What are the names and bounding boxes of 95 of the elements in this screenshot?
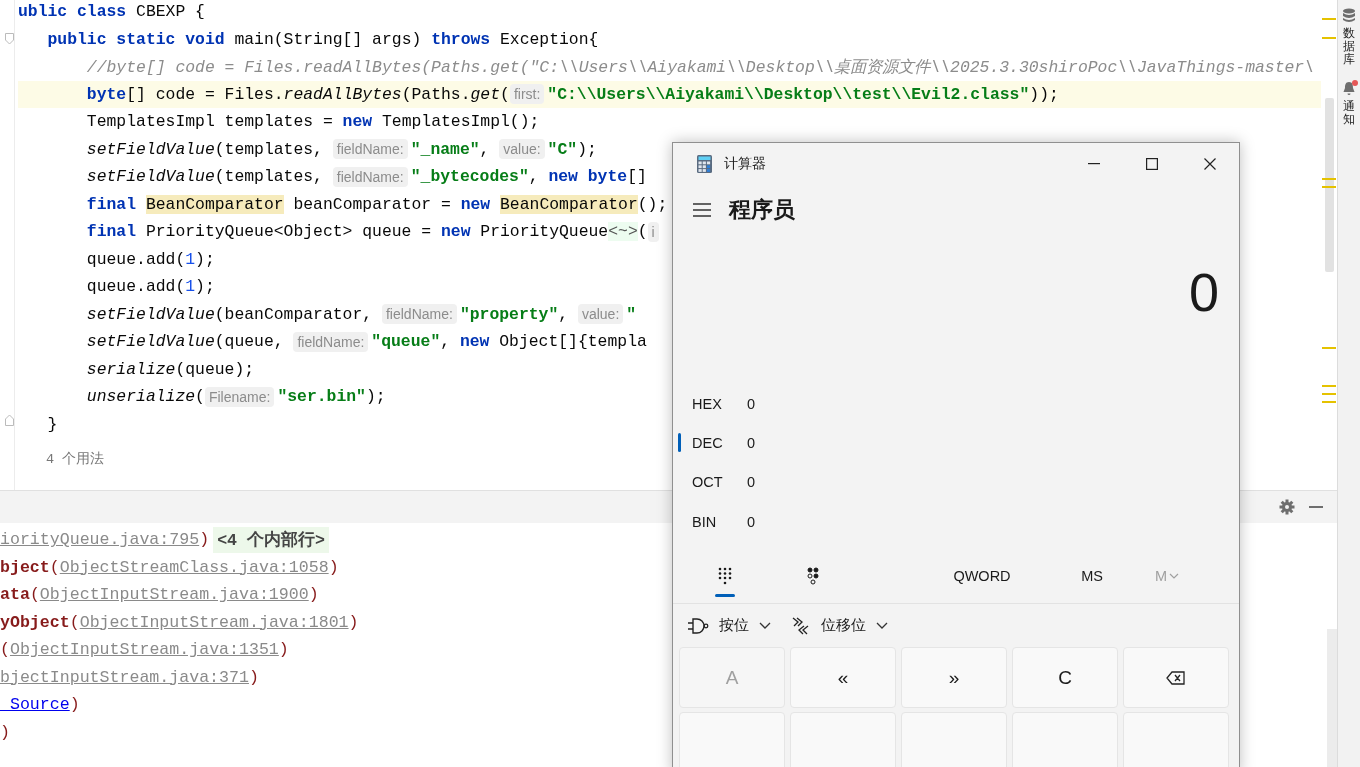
parameter-hint: i xyxy=(647,221,659,242)
logic-gate-icon xyxy=(687,616,709,635)
maximize-icon xyxy=(1146,158,1158,170)
code-text: "C:\\Users\\Aiyakami\\Desktop\\test\\Evil2.class")); xyxy=(547,84,1059,104)
folded-lines-toggle[interactable]: <4 个内部行> xyxy=(213,526,329,553)
code-text: public static void main(String[] args) throws Exception{ xyxy=(47,29,599,49)
stack-trace-line: ata(ObjectInputStream.java:1900) xyxy=(0,585,319,605)
bell-icon xyxy=(1342,80,1356,96)
stack-trace-line: (ObjectInputStream.java:1351) xyxy=(0,640,289,660)
radix-label[interactable]: DEC xyxy=(692,435,747,451)
code-text: final PriorityQueue<Object> queue = new PriorityQueue<~>( xyxy=(86,222,648,242)
chevron-down-icon xyxy=(876,621,888,630)
code-text: TemplatesImpl templates = new TemplatesImpl(); xyxy=(86,112,540,132)
parameter-hint: fieldName: xyxy=(332,139,408,160)
radix-value: 0 xyxy=(747,513,756,530)
minimize-icon[interactable] xyxy=(1309,506,1323,508)
stack-trace-line: bject(ObjectStreamClass.java:1058) xyxy=(0,557,339,577)
backspace-button[interactable] xyxy=(1123,647,1229,708)
operator-dropdown[interactable]: 位移位 xyxy=(791,615,888,636)
code-text: "queue", new Object[]{templa xyxy=(371,332,647,352)
code-text: setFieldValue(beanComparator, xyxy=(86,304,374,324)
radix-value: 0 xyxy=(747,435,756,451)
fold-icon[interactable] xyxy=(5,414,14,426)
stack-trace-line: yObject(ObjectInputStream.java:1801) xyxy=(0,612,359,632)
chevron-down-icon xyxy=(1169,573,1180,580)
code-text: unserialize( xyxy=(86,387,205,407)
menu-icon[interactable] xyxy=(693,202,711,217)
warning-stripe-mark[interactable] xyxy=(1322,178,1336,180)
code-text: setFieldValue(templates, xyxy=(86,167,324,187)
calculator-key[interactable]: « xyxy=(790,647,896,708)
usages-hint[interactable]: 4 个用法 xyxy=(46,450,1321,468)
radix-label[interactable]: OCT xyxy=(692,474,747,491)
code-text: setFieldValue(queue, xyxy=(86,332,285,352)
shift-arrows-icon xyxy=(791,615,811,636)
warning-stripe-mark[interactable] xyxy=(1322,401,1336,403)
file-link[interactable]: ObjectStreamClass.java:1058 xyxy=(59,557,329,577)
parameter-hint: value: xyxy=(499,139,545,160)
radix-label[interactable]: HEX xyxy=(692,395,747,412)
stack-trace-line: Source) xyxy=(0,695,80,715)
code-text: } xyxy=(47,414,58,434)
minimize-icon xyxy=(1088,163,1100,165)
code-text: //byte[] code = Files.readAllBytes(Paths.get("C:\\Users\\Aiyakami\\Desktop\\桌面资源文件\\2025.3.30shiroPoc\\JavaThings-master\ xyxy=(86,56,1314,78)
parameter-hint: value: xyxy=(577,304,624,325)
word-size-button[interactable]: QWORD xyxy=(917,567,1047,586)
scrollbar-thumb[interactable] xyxy=(1325,98,1334,272)
calculator-app-icon xyxy=(697,155,712,173)
code-text: "_name", xyxy=(410,139,491,159)
code-text: "C"); xyxy=(547,139,597,159)
stack-trace-line: iorityQueue.java:795) xyxy=(0,530,210,550)
warning-stripe-mark[interactable] xyxy=(1322,186,1336,188)
radix-value: 0 xyxy=(747,395,756,412)
code-text: serialize(queue); xyxy=(86,359,255,379)
display-value: 0 xyxy=(1187,260,1220,324)
fold-icon[interactable] xyxy=(5,33,14,45)
database-icon xyxy=(1342,8,1356,23)
operator-dropdown[interactable]: 按位 xyxy=(687,616,771,636)
window-title: 计算器 xyxy=(724,155,767,173)
code-text: "property", xyxy=(459,304,570,324)
radix-label[interactable]: BIN xyxy=(692,513,747,530)
close-icon xyxy=(1204,158,1216,170)
warning-stripe-mark[interactable] xyxy=(1322,37,1336,39)
radix-value: 0 xyxy=(747,474,756,491)
memory-store-button[interactable]: MS xyxy=(1047,567,1137,586)
keypad-icon xyxy=(717,567,733,586)
stack-trace-line: bjectInputStream.java:371) xyxy=(0,667,259,687)
mode-title: 程序员 xyxy=(729,195,795,224)
source-link[interactable]: Source xyxy=(0,695,70,715)
code-text: queue.add(1); xyxy=(86,249,215,269)
calculator-key[interactable]: C xyxy=(1012,647,1118,708)
parameter-hint: fieldName: xyxy=(293,331,369,352)
warning-stripe-mark[interactable] xyxy=(1322,347,1336,349)
code-text: queue.add(1); xyxy=(86,277,215,297)
tool-window-label[interactable]: 数据库 xyxy=(1343,27,1355,67)
chevron-down-icon xyxy=(759,621,771,630)
parameter-hint: first: xyxy=(509,84,545,105)
warning-stripe-mark[interactable] xyxy=(1322,385,1336,387)
code-text: byte[] code = Files.readAllBytes(Paths.get( xyxy=(86,84,510,104)
parameter-hint: fieldName: xyxy=(332,166,408,187)
tool-window-label[interactable]: 通知 xyxy=(1343,99,1355,126)
backspace-icon xyxy=(1166,670,1186,685)
scrollbar-track[interactable] xyxy=(1327,629,1337,767)
calculator-key[interactable]: » xyxy=(901,647,1007,708)
code-text: "ser.bin"); xyxy=(277,387,386,407)
settings-icon[interactable] xyxy=(1279,499,1295,515)
code-text: "_bytecodes", new byte[] xyxy=(410,167,647,187)
code-text: " xyxy=(626,304,637,324)
code-text: final BeanComparator beanComparator = new BeanComparator(); xyxy=(86,194,668,214)
bit-toggle-icon xyxy=(805,567,821,586)
warning-stripe-mark[interactable] xyxy=(1322,18,1336,20)
code-text: ublic class CBEXP { xyxy=(18,2,205,22)
code-text: setFieldValue(templates, xyxy=(86,139,324,159)
warning-stripe-mark[interactable] xyxy=(1322,393,1336,395)
stack-trace-line: ) xyxy=(0,722,10,742)
parameter-hint: fieldName: xyxy=(381,304,457,325)
parameter-hint: Filename: xyxy=(204,386,275,407)
